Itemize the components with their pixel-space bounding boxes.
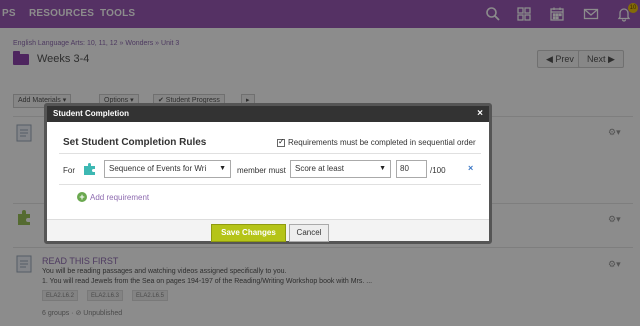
for-label: For [63, 166, 75, 175]
rules-heading: Set Student Completion Rules [63, 137, 207, 148]
cancel-button[interactable]: Cancel [289, 224, 329, 242]
divider [59, 184, 481, 185]
material-select[interactable]: Sequence of Events for Wri ▼ [104, 160, 231, 178]
rule-select-value: Score at least [295, 164, 344, 173]
caret-down-icon: ▼ [379, 165, 386, 172]
material-select-value: Sequence of Events for Wri [109, 164, 207, 173]
add-icon[interactable]: + [77, 192, 87, 202]
puzzle-icon [83, 162, 97, 176]
score-input[interactable]: 80 [396, 160, 427, 178]
add-requirement-link[interactable]: Add requirement [90, 193, 149, 202]
close-icon[interactable]: × [477, 106, 483, 122]
student-completion-dialog: Student Completion × Set Student Complet… [44, 103, 492, 244]
dialog-title: Student Completion [53, 109, 129, 118]
score-max-label: /100 [430, 166, 446, 175]
dialog-header: Student Completion × [47, 106, 489, 122]
sequential-order-label: Requirements must be completed in sequen… [288, 138, 476, 147]
member-must-label: member must [237, 166, 286, 175]
dialog-footer: Save Changes Cancel [47, 219, 489, 242]
rule-select[interactable]: Score at least ▼ [290, 160, 391, 178]
save-changes-button[interactable]: Save Changes [211, 224, 286, 242]
remove-requirement-icon[interactable]: × [468, 163, 473, 173]
sequential-order-checkbox[interactable] [277, 137, 285, 147]
divider [59, 153, 481, 154]
caret-down-icon: ▼ [219, 165, 226, 172]
